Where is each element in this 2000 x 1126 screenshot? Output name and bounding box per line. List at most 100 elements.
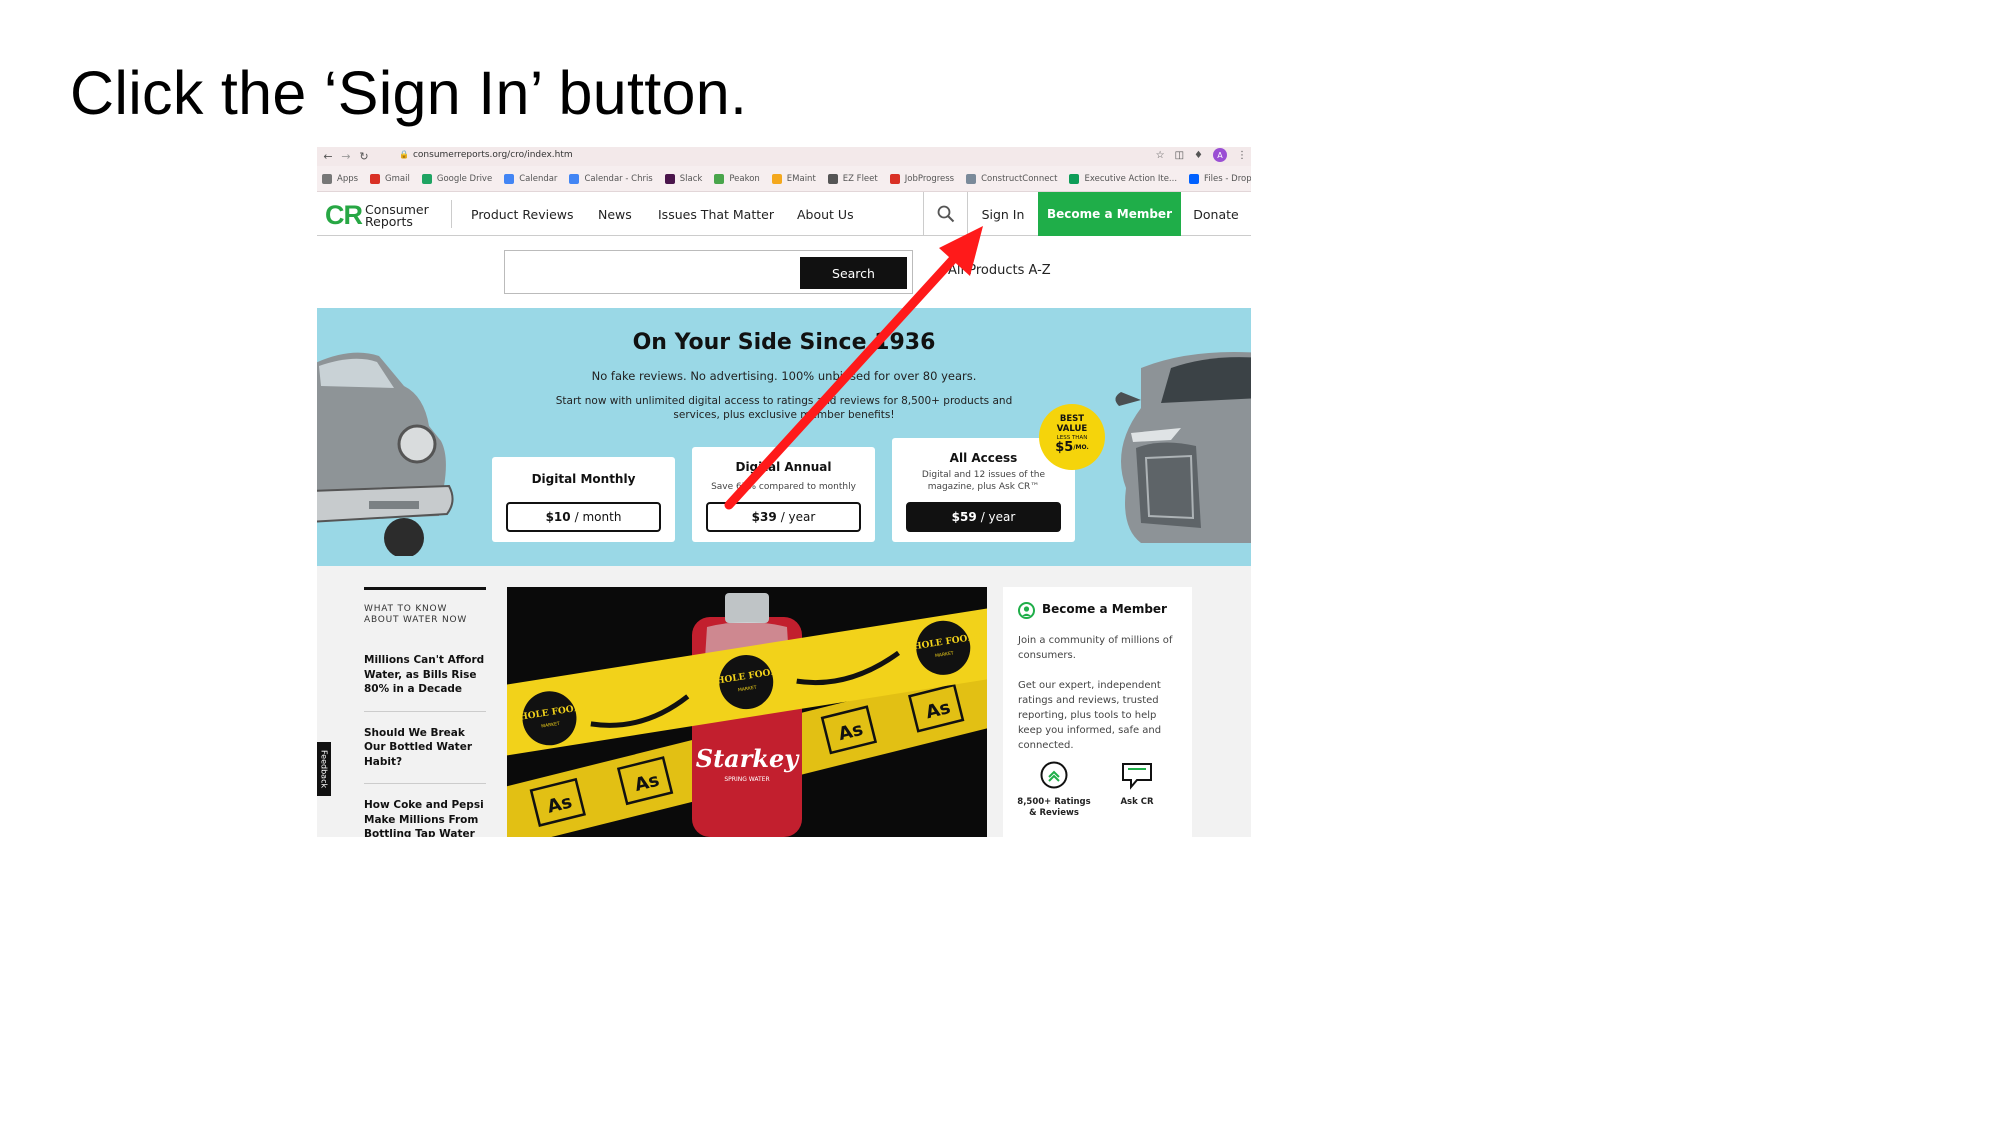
bookmark-star-icon[interactable]: ☆ [1156,150,1165,161]
cast-icon[interactable]: ◫ [1175,150,1184,161]
plan-card-digital-annual[interactable]: Digital Annual Save 67% compared to mont… [692,447,875,542]
bookmark-item[interactable]: Apps [322,173,359,184]
bookmark-item[interactable]: Calendar [504,173,558,184]
bookmark-item[interactable]: EZ Fleet [827,173,878,184]
plan-period: / year [980,510,1016,524]
nav-issues-that-matter[interactable]: Issues That Matter [658,207,774,222]
extensions-icon[interactable]: ♦ [1194,150,1203,161]
bookmark-favicon-icon [827,173,838,184]
article-link[interactable]: Should We Break Our Bottled Water Habit? [364,726,486,770]
bookmark-item[interactable]: Calendar - Chris [569,173,653,184]
bookmark-favicon-icon [1189,173,1200,184]
hero-title: On Your Side Since 1936 [632,330,936,355]
side-card-body: Get our expert, independent ratings and … [1018,680,1162,751]
bookmark-label: ConstructConnect [981,173,1058,184]
bookmark-favicon-icon [664,173,675,184]
plan-price: $39 [751,510,777,524]
bookmark-favicon-icon [889,173,900,184]
bookmark-favicon-icon [421,173,432,184]
bookmark-label: Gmail [385,173,410,184]
bookmark-label: Files - Dropbox [1204,173,1251,184]
back-icon[interactable]: ← [321,150,335,163]
side-card-title: Become a Member [1042,602,1167,616]
search-button[interactable]: Search [800,257,907,289]
all-products-link[interactable]: All Products A-Z [948,263,1051,278]
plan-price-button[interactable]: $59/ year [906,502,1061,532]
bookmark-item[interactable]: Gmail [370,173,410,184]
become-member-button[interactable]: Become a Member [1038,192,1181,236]
bookmark-favicon-icon [966,173,977,184]
bookmark-item[interactable]: EMaint [771,173,816,184]
nav-product-reviews[interactable]: Product Reviews [471,207,574,222]
feedback-tab[interactable]: Feedback [317,742,331,796]
search-icon [937,205,954,223]
water-articles-column: WHAT TO KNOW ABOUT WATER NOW Millions Ca… [364,587,486,837]
donate-button[interactable]: Donate [1181,192,1251,236]
bookmark-favicon-icon [370,173,381,184]
site-header: CR Consumer Reports Product Reviews News … [317,192,1251,236]
badge-line-1: BEST [1059,414,1085,424]
bookmark-label: JobProgress [904,173,955,184]
consumer-reports-logo[interactable]: CR Consumer Reports [325,200,429,231]
article-link[interactable]: Millions Can't Afford Water, as Bills Ri… [364,653,486,697]
bookmark-label: Apps [337,173,359,184]
nav-about-us[interactable]: About Us [797,207,854,222]
plan-note: Digital and 12 issues of the magazine, p… [921,470,1046,492]
plan-price-button[interactable]: $39/ year [706,502,861,532]
profile-avatar[interactable]: A [1213,148,1227,162]
bookmark-item[interactable]: ConstructConnect [966,173,1058,184]
badge-line-2: VALUE [1056,424,1088,434]
featured-article-image[interactable]: As As As As Starkey SPRING WATER WHOLE F… [507,587,987,837]
bookmark-item[interactable]: Files - Dropbox [1189,173,1251,184]
hero-description: Start now with unlimited digital access … [555,395,1013,421]
become-member-card: Become a Member Join a community of mill… [1003,587,1192,837]
site-search-button[interactable] [923,192,968,236]
bookmark-favicon-icon [714,173,725,184]
best-value-badge: BEST VALUE LESS THAN $5/MO. [1039,404,1105,470]
ratings-icon [1040,761,1068,789]
badge-amount: $5 [1055,440,1074,455]
reload-icon[interactable]: ↻ [357,150,371,163]
bookmark-label: EMaint [786,173,816,184]
nav-news[interactable]: News [598,207,632,222]
bookmark-label: EZ Fleet [842,173,878,184]
column-rule [364,587,486,590]
bookmark-favicon-icon [569,173,580,184]
sign-in-button[interactable]: Sign In [968,192,1038,236]
featured-image-art: As As As As Starkey SPRING WATER WHOLE F… [507,587,987,837]
header-divider [451,200,452,228]
bookmark-favicon-icon [1069,173,1080,184]
menu-icon[interactable]: ⋮ [1237,150,1247,161]
bottle-sublabel: SPRING WATER [724,776,769,783]
forward-icon[interactable]: → [339,150,353,163]
plan-name: Digital Annual [735,460,832,474]
bookmark-item[interactable]: JobProgress [889,173,955,184]
bottle-label: Starkey [696,744,801,773]
logo-wordmark: Consumer Reports [365,203,429,228]
chat-icon [1122,763,1152,790]
badge-unit: /MO. [1073,444,1089,451]
content-section: Feedback WHAT TO KNOW ABOUT WATER NOW Mi… [317,566,1251,837]
bookmark-item[interactable]: Slack [664,173,703,184]
plan-price-button[interactable]: $10/ month [506,502,661,532]
bookmark-item[interactable]: Executive Action Ite... [1069,173,1177,184]
bookmark-label: Slack [679,173,703,184]
bookmark-favicon-icon [504,173,515,184]
lock-icon: 🔒 [399,150,409,159]
plan-note: Save 67% compared to monthly [711,482,856,492]
bookmark-label: Peakon [729,173,760,184]
plan-name: Digital Monthly [531,472,636,486]
badge-title: BEST VALUE [1039,414,1105,434]
plan-price: $59 [951,510,977,524]
url-field[interactable]: 🔒 consumerreports.org/cro/index.htm [399,150,573,160]
logo-mark: CR [325,200,363,230]
vintage-car-image [317,352,454,556]
url-text: consumerreports.org/cro/index.htm [412,150,573,160]
plan-period: / year [780,510,816,524]
bookmark-item[interactable]: Google Drive [421,173,492,184]
plan-card-digital-monthly[interactable]: Digital Monthly $10/ month [492,457,675,542]
bookmark-item[interactable]: Peakon [714,173,760,184]
article-link[interactable]: How Coke and Pepsi Make Millions From Bo… [364,798,486,837]
bookmark-label: Calendar [519,173,558,184]
address-bar: ← → ↻ 🔒 consumerreports.org/cro/index.htm… [317,147,1251,166]
